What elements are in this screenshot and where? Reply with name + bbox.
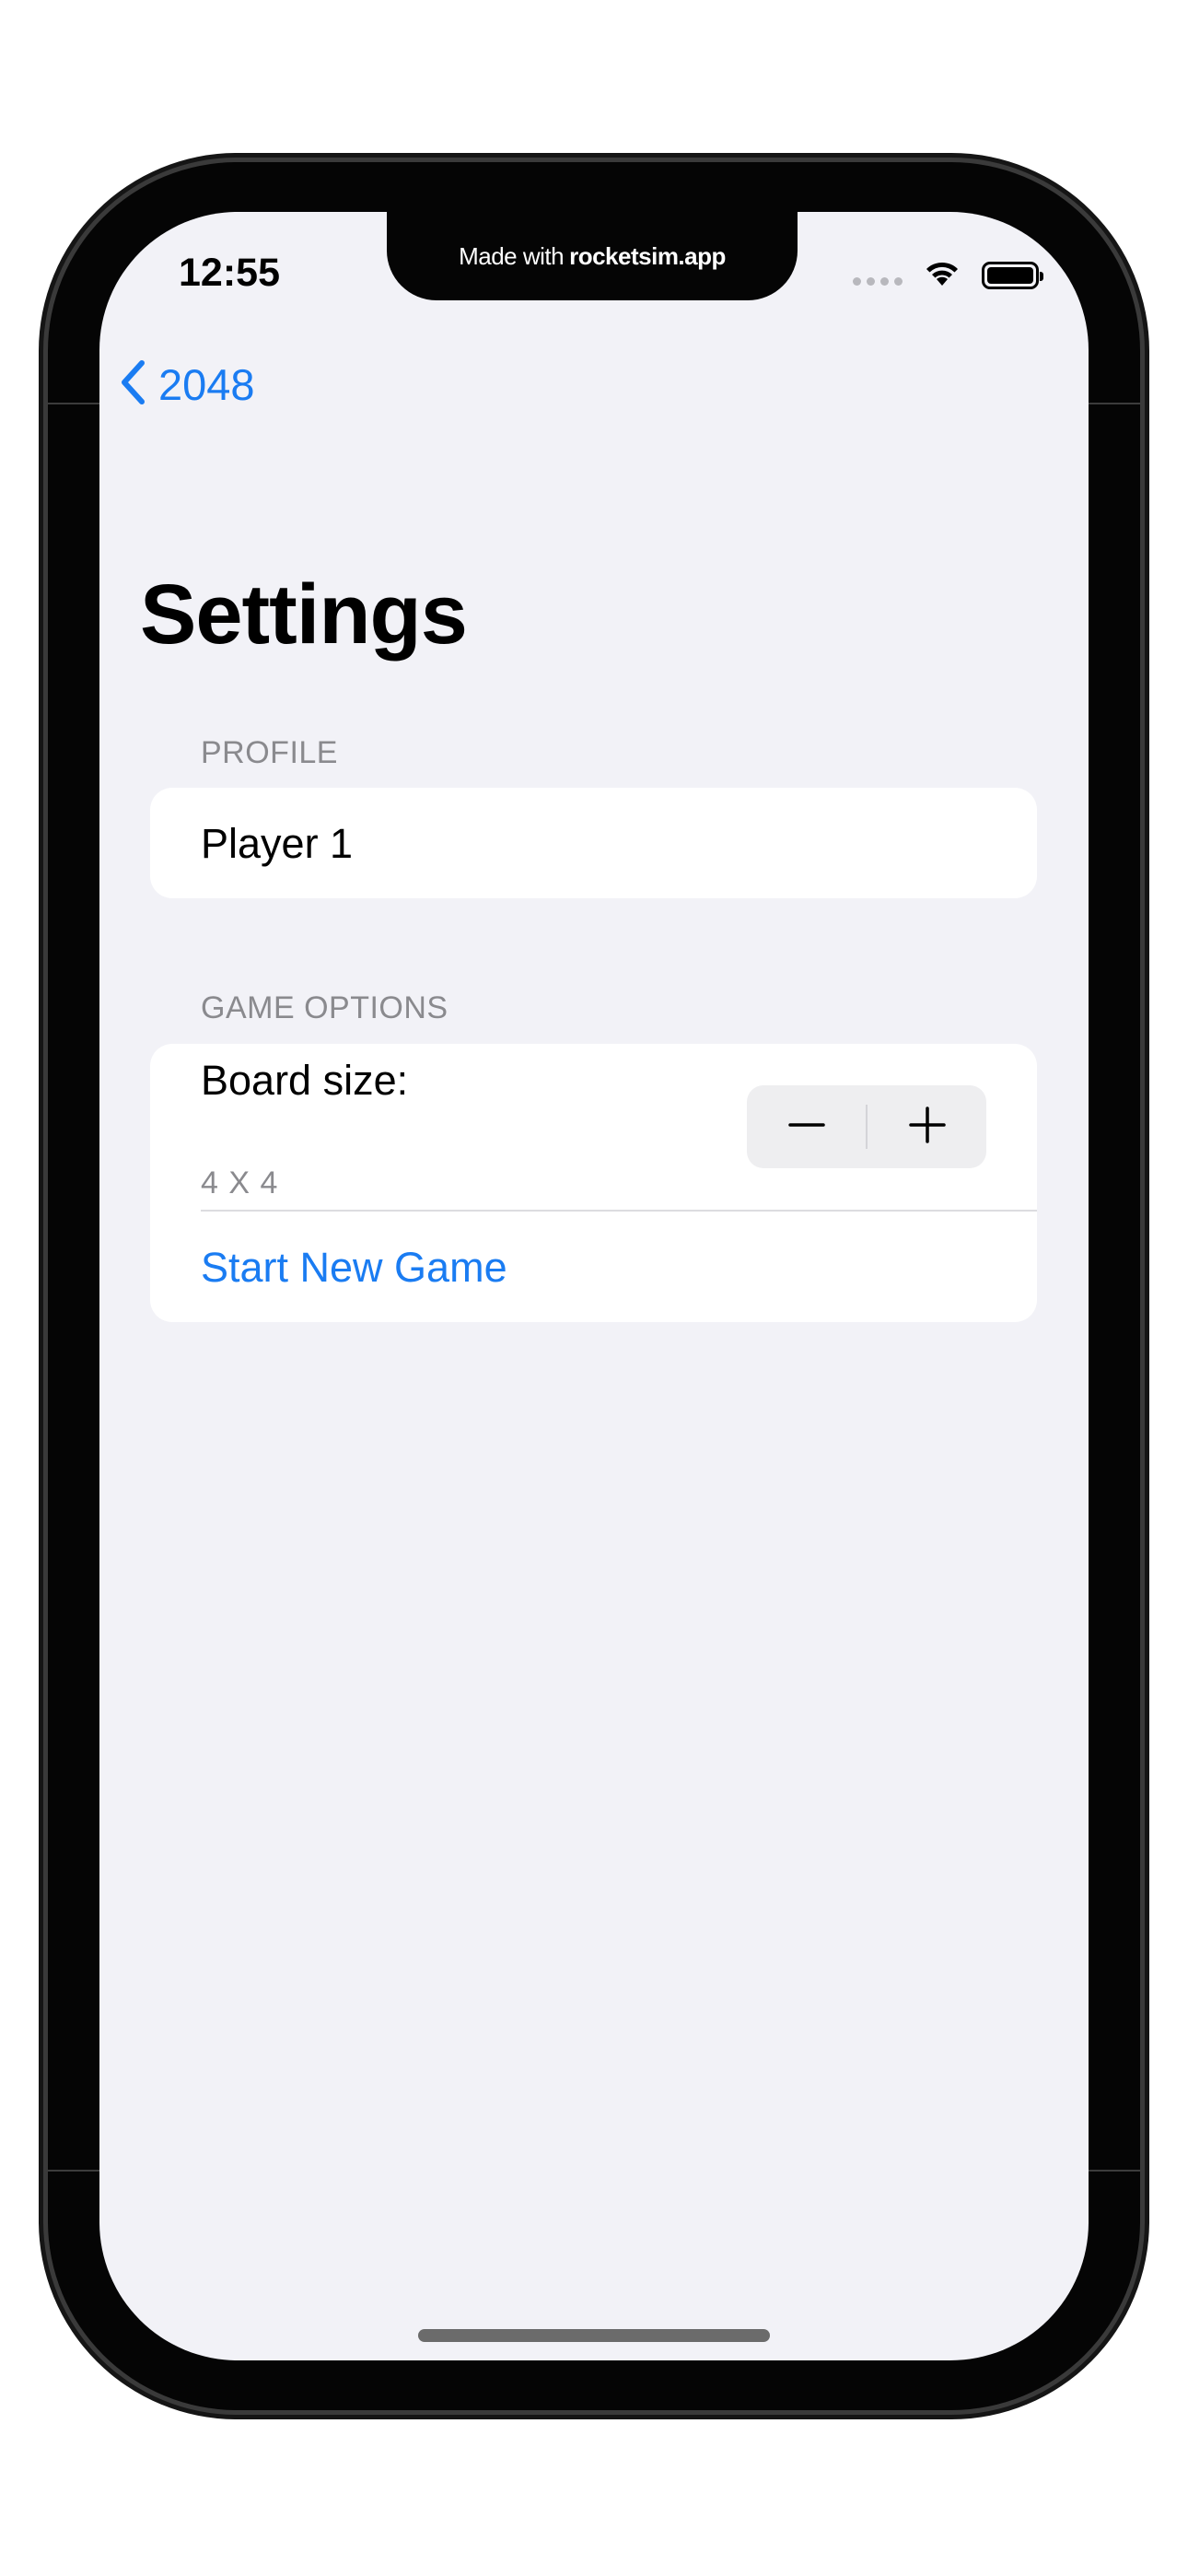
wifi-icon [923, 258, 961, 292]
cellular-dots-icon [853, 264, 903, 286]
board-size-stepper [747, 1085, 986, 1168]
antenna-band [1087, 2170, 1140, 2172]
made-with-banner: Made with rocketsim.app [459, 242, 726, 271]
dynamic-island: Made with rocketsim.app [387, 212, 798, 300]
game-options-card: Board size: 4 X 4 Start New Game [150, 1044, 1037, 1322]
banner-prefix: Made with [459, 241, 565, 270]
antenna-band [48, 403, 101, 404]
back-label: 2048 [158, 360, 255, 409]
stepper-increment-button[interactable] [868, 1085, 986, 1168]
start-new-game-button[interactable]: Start New Game [201, 1244, 507, 1292]
power-button [1139, 744, 1147, 1039]
banner-brand: rocketsim.app [569, 241, 726, 270]
status-time: 12:55 [179, 251, 280, 295]
antenna-band [1087, 403, 1140, 404]
stepper-decrement-button[interactable] [747, 1085, 866, 1168]
section-header-profile: PROFILE [201, 735, 338, 770]
device-screen: Made with rocketsim.app 12:55 2048 Settin… [99, 212, 1089, 2360]
board-size-value: 4 X 4 [201, 1165, 279, 1200]
player-name-field[interactable]: Player 1 [201, 820, 353, 868]
section-header-game-options: GAME OPTIONS [201, 990, 448, 1025]
chevron-left-icon [120, 359, 147, 410]
status-icons [853, 258, 1043, 292]
plus-icon [907, 1105, 948, 1150]
antenna-band [48, 2170, 101, 2172]
back-button[interactable]: 2048 [120, 359, 255, 410]
minus-icon [786, 1105, 827, 1150]
profile-card: Player 1 [150, 788, 1037, 898]
page-title: Settings [140, 568, 468, 662]
row-separator [201, 1210, 1037, 1212]
home-indicator[interactable] [418, 2329, 770, 2342]
battery-full-icon [982, 261, 1043, 289]
board-size-label: Board size: [201, 1057, 409, 1104]
